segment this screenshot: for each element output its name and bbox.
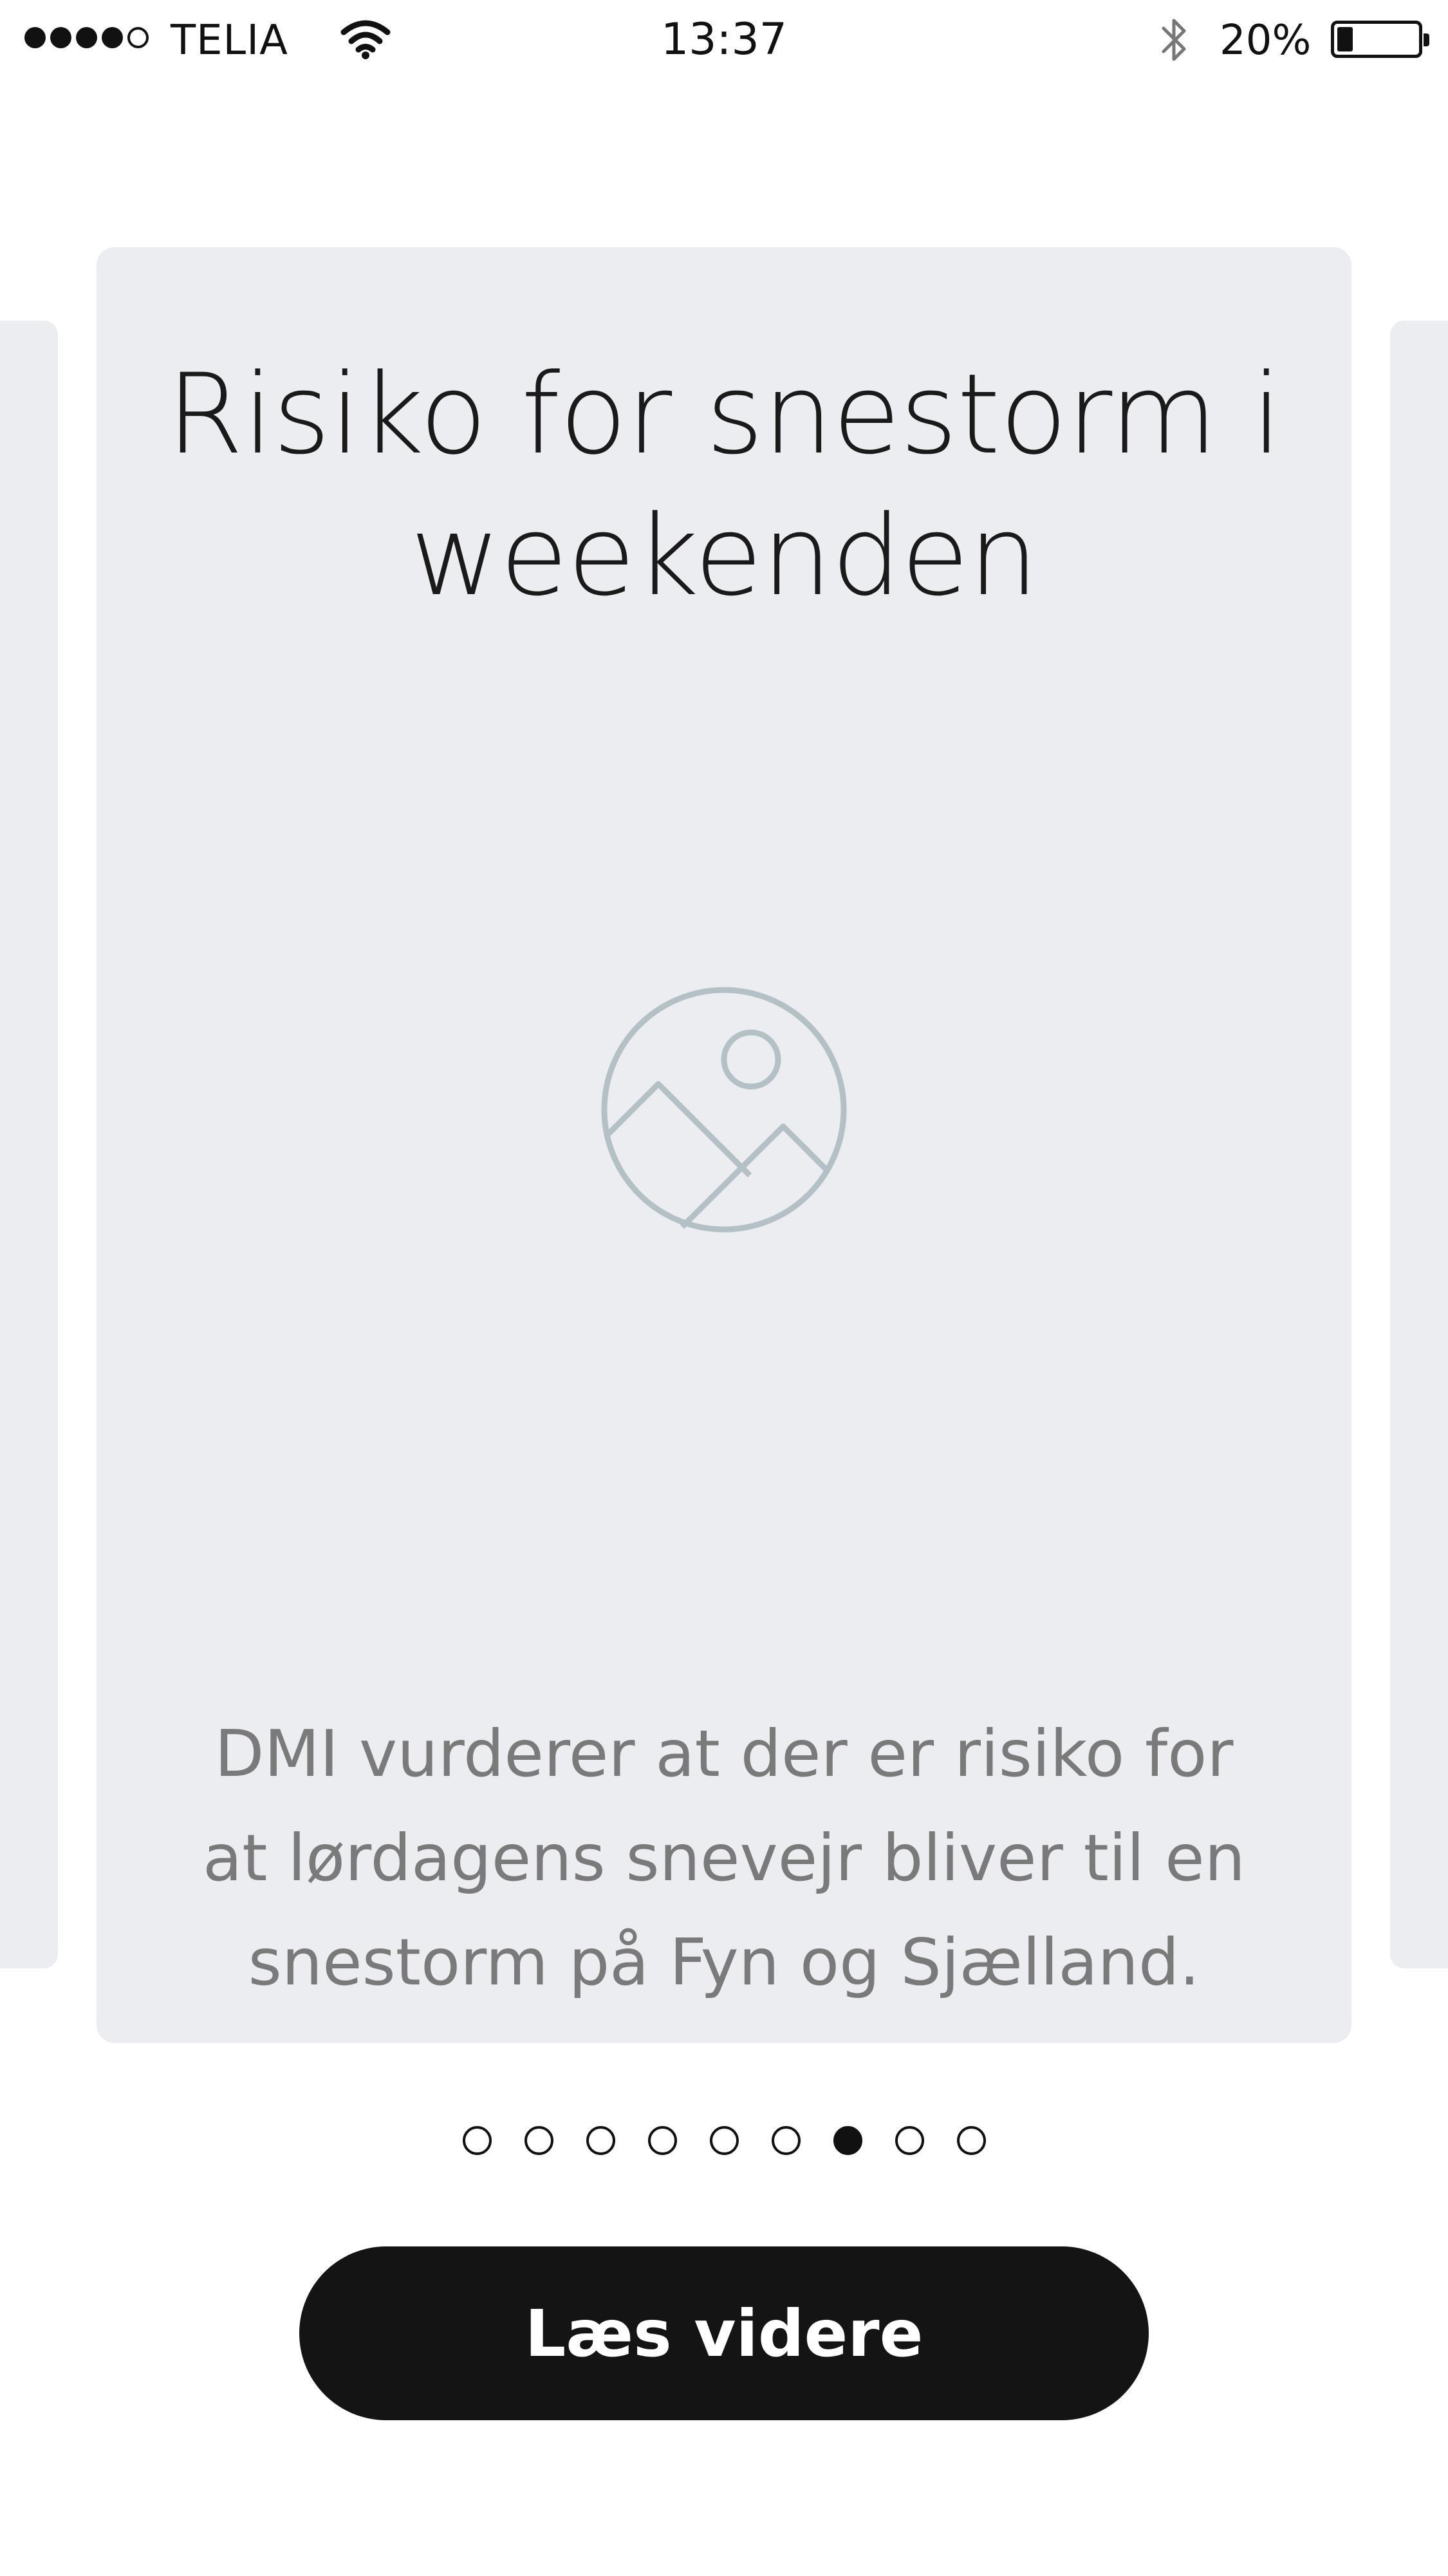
page-dot[interactable]	[895, 2126, 924, 2155]
page-dot[interactable]	[462, 2126, 492, 2155]
news-card[interactable]: Risiko for snestorm i weekenden DMI vurd…	[97, 247, 1351, 2043]
next-card-peek[interactable]	[1390, 321, 1448, 1968]
bluetooth-icon	[1162, 19, 1186, 61]
page-dot[interactable]	[709, 2126, 739, 2155]
card-title: Risiko for snestorm i weekenden	[166, 350, 1283, 621]
page-dot[interactable]	[524, 2126, 553, 2155]
battery-fill	[1337, 27, 1353, 51]
page-indicator[interactable]	[0, 2126, 1448, 2155]
read-more-button[interactable]: Læs videre	[299, 2246, 1149, 2420]
battery-percent: 20%	[1220, 17, 1312, 64]
battery-icon	[1331, 21, 1429, 58]
page-dot[interactable]	[771, 2126, 801, 2155]
page-dot[interactable]	[956, 2126, 986, 2155]
image-placeholder-icon	[601, 987, 847, 1233]
card-body-text: DMI vurderer at der er risiko for at lør…	[202, 1716, 1246, 2000]
page-dot-active[interactable]	[833, 2126, 862, 2155]
previous-card-peek[interactable]	[0, 321, 58, 1968]
status-bar: TELIA 13:37 20%	[0, 0, 1448, 77]
page-dot[interactable]	[586, 2126, 615, 2155]
page-dot[interactable]	[647, 2126, 677, 2155]
battery-nub	[1424, 33, 1429, 46]
